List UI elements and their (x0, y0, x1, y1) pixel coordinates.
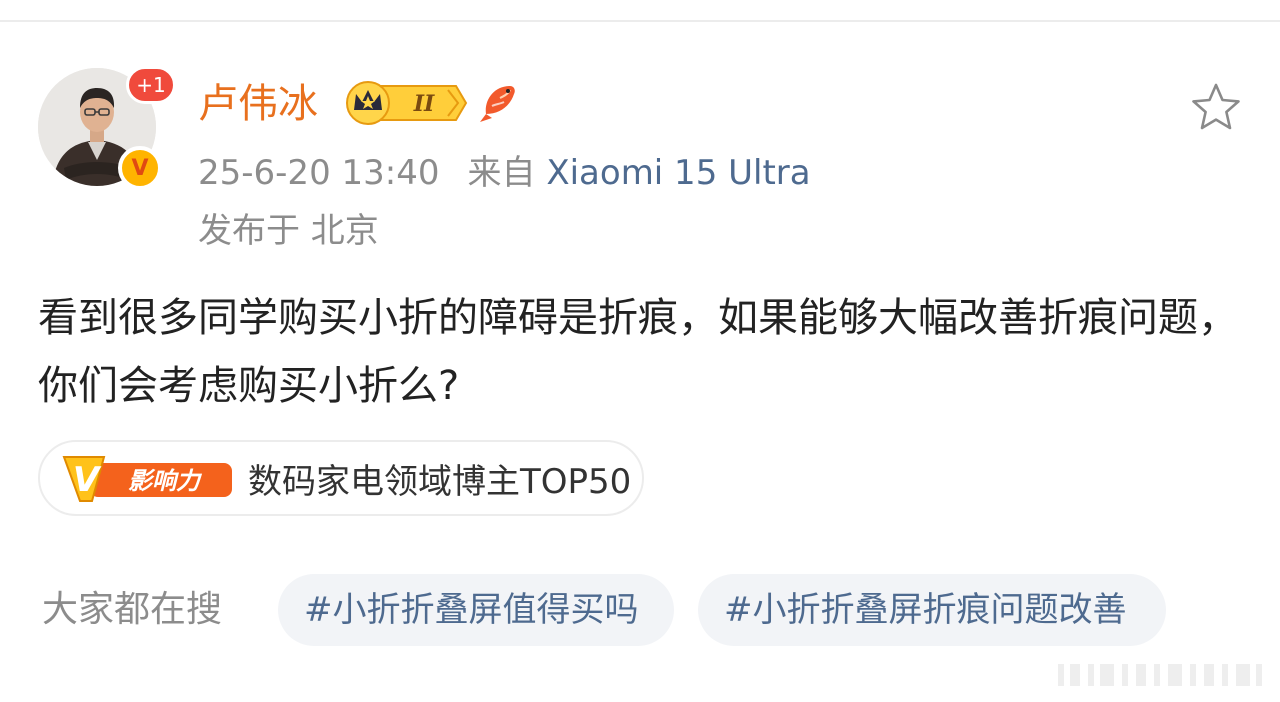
influence-badge-label: 影响力 (128, 467, 203, 495)
trending-tag[interactable]: #小折折叠屏值得买吗 (278, 574, 674, 646)
post-location: 发布于 北京 (198, 211, 379, 251)
verified-badge-icon: V (118, 146, 162, 190)
crown-member-badge-icon[interactable]: II (344, 80, 468, 130)
trending-tag[interactable]: #小折折叠屏折痕问题改善 (698, 574, 1166, 646)
author-name[interactable]: 卢伟冰 (198, 76, 318, 132)
influence-badge-icon: V 影响力 (60, 451, 236, 505)
post-meta: 25-6-20 13:40 来自 Xiaomi 15 Ultra (198, 150, 811, 196)
influence-tag[interactable]: V 影响力 数码家电领域博主TOP50 (38, 440, 644, 516)
author-avatar-group[interactable]: +1 V (38, 66, 176, 190)
trending-search-label: 大家都在搜 (42, 589, 223, 630)
follow-count-badge: +1 (126, 66, 176, 104)
koi-fish-icon (478, 80, 520, 128)
top-divider (0, 20, 1280, 22)
influence-text: 数码家电领域博主TOP50 (248, 461, 632, 502)
device-link[interactable]: Xiaomi 15 Ultra (546, 153, 810, 193)
post-body: 看到很多同学购买小折的障碍是折痕，如果能够大幅改善折痕问题，你们会考虑购买小折么… (38, 295, 1238, 409)
post-time: 25-6-20 13:40 (198, 153, 440, 193)
watermark-graphic (1058, 660, 1270, 694)
source-prefix: 来自 (467, 153, 536, 193)
member-level-text: II (413, 91, 435, 117)
star-outline-icon[interactable] (1190, 82, 1242, 132)
influence-badge-letter: V (73, 460, 102, 500)
